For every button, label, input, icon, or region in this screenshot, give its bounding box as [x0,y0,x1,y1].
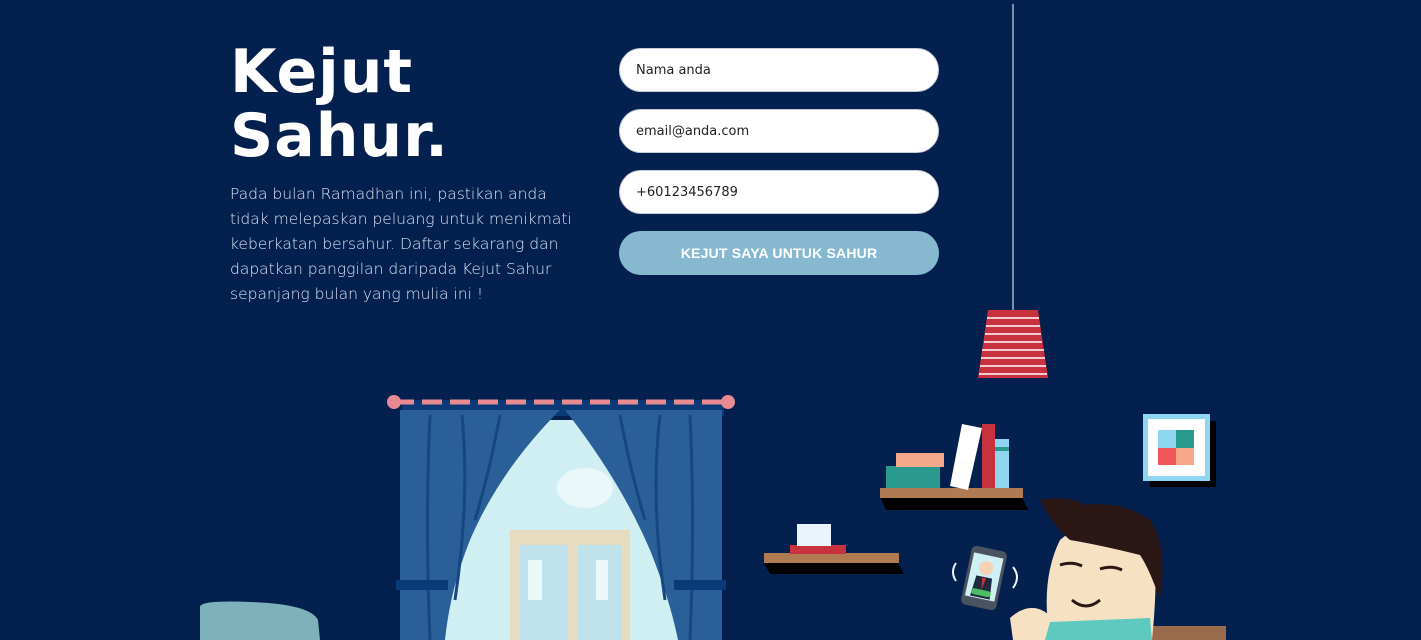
hanging-lamp [978,4,1048,378]
person-character [1010,498,1163,640]
bedroom-illustration [200,4,1226,640]
small-shelf [764,524,904,574]
sofa-edge [200,601,320,640]
ringing-phone-icon [952,545,1018,611]
wall-picture [1143,414,1216,487]
desk-edge [1150,626,1226,640]
window-with-curtains [387,395,735,640]
book-shelf [880,424,1028,510]
